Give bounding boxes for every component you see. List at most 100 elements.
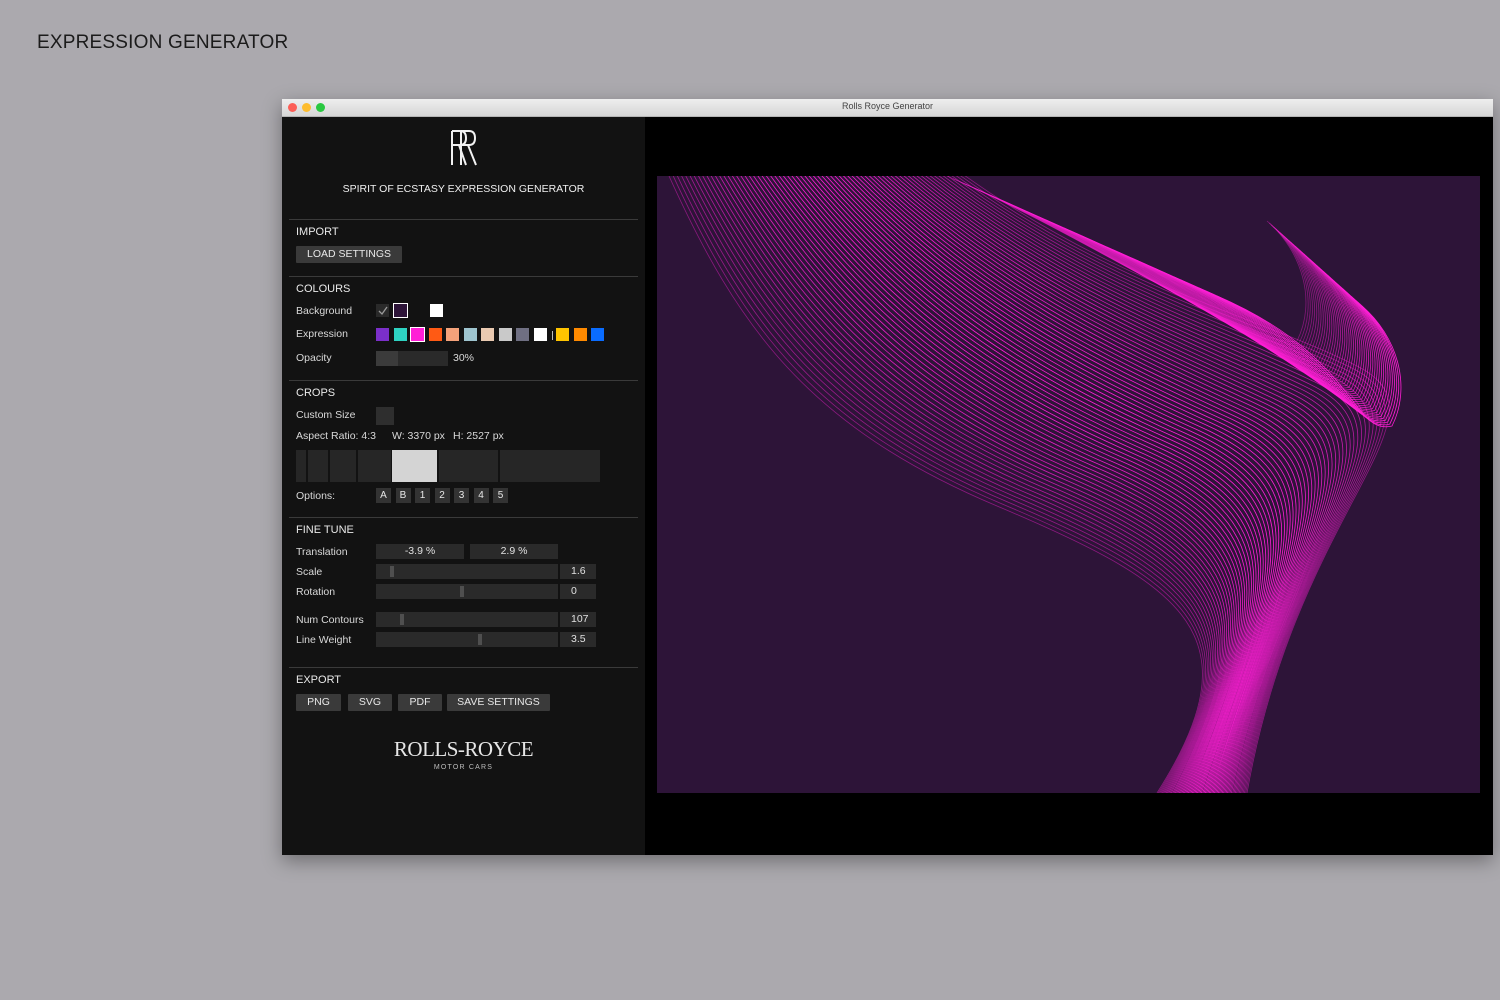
controls-sidebar: SPIRIT OF ECSTASY EXPRESSION GENERATOR I… — [282, 117, 645, 855]
scale-slider[interactable] — [376, 564, 558, 579]
export-svg-button[interactable]: SVG — [348, 694, 392, 711]
scale-label: Scale — [296, 566, 323, 578]
crop-option-button[interactable]: 5 — [493, 488, 508, 503]
import-section-title: IMPORT — [296, 226, 339, 238]
opacity-slider[interactable] — [376, 351, 448, 366]
scale-value[interactable]: 1.6 — [560, 564, 596, 579]
rotation-value[interactable]: 0 — [560, 584, 596, 599]
num-contours-label: Num Contours — [296, 614, 364, 626]
line-weight-slider-thumb[interactable] — [478, 634, 482, 645]
crop-preset-tile[interactable] — [392, 450, 437, 482]
divider — [289, 276, 638, 277]
crop-preset-strip — [296, 450, 601, 482]
load-settings-button[interactable]: LOAD SETTINGS — [296, 246, 402, 263]
divider — [289, 517, 638, 518]
rotation-slider-thumb[interactable] — [460, 586, 464, 597]
expression-swatch[interactable] — [516, 328, 529, 341]
crop-option-button[interactable]: 4 — [473, 488, 489, 503]
divider — [289, 219, 638, 220]
title-bar: Rolls Royce Generator — [282, 99, 1493, 117]
custom-size-label: Custom Size — [296, 409, 356, 421]
check-icon — [378, 306, 388, 316]
crop-option-button[interactable]: 1 — [415, 488, 430, 503]
app-subtitle: SPIRIT OF ECSTASY EXPRESSION GENERATOR — [342, 183, 585, 195]
crop-preset-tile[interactable] — [439, 450, 498, 482]
scale-slider-thumb[interactable] — [390, 566, 394, 577]
rotation-label: Rotation — [296, 586, 336, 598]
canvas-area — [645, 117, 1493, 855]
expression-swatch[interactable] — [498, 328, 512, 341]
contour-line — [761, 176, 1244, 793]
contour-line — [676, 176, 1207, 793]
custom-size-checkbox[interactable] — [376, 407, 394, 425]
contour-line — [668, 176, 1203, 793]
crop-option-button[interactable]: B — [395, 488, 411, 503]
line-weight-slider[interactable] — [376, 632, 558, 647]
contour-line — [778, 176, 1252, 793]
crop-preset-tile[interactable] — [358, 450, 391, 482]
expression-swatch[interactable] — [573, 328, 587, 341]
app-window: Rolls Royce Generator SPIRIT OF ECSTASY … — [282, 99, 1493, 855]
num-contours-value[interactable]: 107 — [560, 612, 596, 627]
opacity-value: 30% — [453, 352, 475, 364]
line-weight-label: Line Weight — [296, 634, 352, 646]
fine-tune-section-title: FINE TUNE — [296, 524, 354, 536]
crop-option-button[interactable]: 2 — [434, 488, 450, 503]
crop-preset-tile[interactable] — [296, 450, 306, 482]
expression-swatch[interactable] — [410, 327, 425, 342]
save-settings-button[interactable]: SAVE SETTINGS — [447, 694, 550, 711]
crop-option-button[interactable]: A — [376, 488, 391, 503]
export-pdf-button[interactable]: PDF — [398, 694, 442, 711]
contour-line — [851, 176, 1297, 793]
background-swatch[interactable] — [430, 304, 443, 317]
brand-wordmark: ROLLS-ROYCE — [393, 737, 534, 761]
background-swatch[interactable] — [412, 304, 425, 317]
expression-swatch[interactable] — [376, 328, 389, 341]
rr-monogram-logo-icon — [451, 130, 477, 166]
export-png-button[interactable]: PNG — [296, 694, 341, 711]
page-heading: EXPRESSION GENERATOR — [37, 32, 289, 53]
export-section-title: EXPORT — [296, 674, 342, 686]
expression-label: Expression — [296, 328, 348, 340]
contour-line — [787, 176, 1257, 793]
spirit-of-ecstasy-expression-artwork — [668, 176, 1402, 793]
expression-swatch[interactable] — [393, 328, 407, 341]
background-swatch[interactable] — [376, 304, 389, 317]
expression-artboard — [657, 176, 1480, 793]
contour-line — [804, 176, 1267, 793]
contour-line — [753, 176, 1239, 793]
translation-label: Translation — [296, 546, 348, 558]
height-label: H: 2527 px — [453, 430, 504, 442]
brand-tagline: MOTOR CARS — [433, 764, 494, 771]
expression-swatch[interactable] — [446, 328, 459, 341]
crop-preset-tile[interactable] — [308, 450, 328, 482]
crop-option-button[interactable]: 3 — [454, 488, 469, 503]
crop-options: AB12345 — [376, 488, 516, 503]
expression-swatch[interactable] — [428, 328, 442, 341]
crops-section-title: CROPS — [296, 387, 336, 399]
width-label: W: 3370 px — [392, 430, 445, 442]
expression-swatch[interactable] — [533, 328, 547, 341]
contour-line — [834, 176, 1285, 793]
contour-line — [821, 176, 1277, 793]
background-label: Background — [296, 305, 353, 317]
translation-x-field[interactable]: -3.9 % — [376, 544, 464, 559]
crop-preset-tile[interactable] — [500, 450, 600, 482]
divider — [289, 380, 638, 381]
expression-swatch[interactable] — [463, 328, 477, 341]
background-swatch[interactable] — [393, 303, 408, 318]
options-label: Options: — [296, 490, 336, 502]
expression-swatch[interactable] — [556, 328, 569, 341]
num-contours-slider-thumb[interactable] — [400, 614, 404, 625]
crop-preset-tile[interactable] — [330, 450, 356, 482]
expression-swatch[interactable] — [481, 328, 494, 341]
window-title: Rolls Royce Generator — [841, 101, 934, 111]
rotation-slider[interactable] — [376, 584, 558, 599]
expression-swatch[interactable] — [591, 328, 604, 341]
line-weight-value[interactable]: 3.5 — [560, 632, 596, 647]
translation-y-field[interactable]: 2.9 % — [470, 544, 558, 559]
contour-line — [736, 176, 1231, 793]
aspect-ratio-label: Aspect Ratio: 4:3 — [296, 430, 376, 442]
num-contours-slider[interactable] — [376, 612, 558, 627]
divider — [289, 667, 638, 668]
